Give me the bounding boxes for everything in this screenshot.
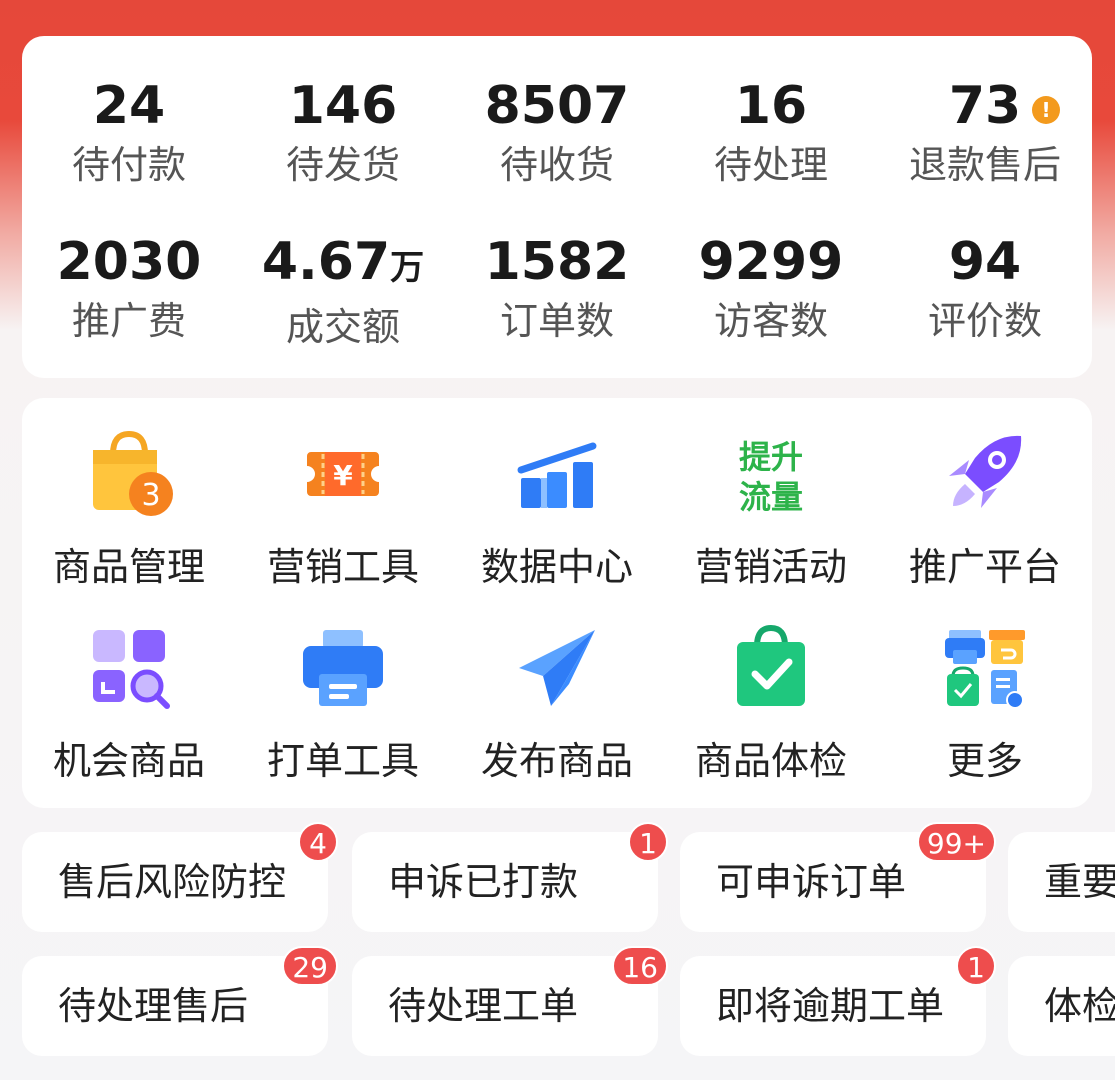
stat-gmv[interactable]: 4.67万 成交额 [236, 232, 450, 352]
stat-value: 24 [92, 76, 166, 136]
svg-text:流量: 流量 [739, 478, 803, 516]
stat-visitor-count[interactable]: 9299 访客数 [664, 232, 878, 346]
tool-opportunity-products[interactable]: 机会商品 [22, 618, 236, 786]
paper-plane-icon [507, 618, 607, 718]
tool-label: 发布商品 [480, 739, 633, 783]
chip-appeal-paid[interactable]: 申诉已打款 1 [352, 822, 668, 932]
stat-label: 待收货 [499, 143, 614, 187]
printer-icon [293, 618, 393, 718]
chip-label: 可申诉订单 [716, 860, 907, 904]
stat-label: 待处理 [713, 143, 828, 187]
count-badge: 16 [612, 946, 668, 986]
count-badge: 1 [956, 946, 996, 986]
chip-label: 待处理售后 [58, 984, 249, 1028]
tool-promotion-platform[interactable]: 推广平台 [878, 424, 1092, 592]
chip-label: 售后风险防控 [58, 860, 287, 904]
count-badge: 29 [282, 946, 338, 986]
stat-label: 评价数 [927, 299, 1042, 343]
stat-value: 8507 [484, 76, 630, 136]
chip-label: 体检 [1044, 984, 1115, 1028]
chip-clip-container: 重要 [1008, 822, 1115, 932]
stat-pending-payment[interactable]: 24 待付款 [22, 76, 236, 190]
stat-label: 推广费 [71, 299, 186, 343]
stat-label: 待发货 [285, 143, 400, 187]
shopping-bag-icon: 3 [79, 424, 179, 524]
chip-aftersale-risk-control[interactable]: 售后风险防控 4 [22, 822, 338, 932]
count-badge: 99+ [916, 822, 996, 862]
chip-checkup[interactable]: 体检 [1008, 956, 1115, 1056]
chip-label: 待处理工单 [388, 984, 579, 1028]
svg-text:3: 3 [141, 478, 160, 513]
boost-traffic-icon: 提升 流量 [721, 424, 821, 524]
stat-label: 订单数 [499, 299, 614, 343]
chip-label: 重要 [1044, 860, 1115, 904]
tool-label: 商品体检 [694, 739, 847, 783]
tool-product-checkup[interactable]: 商品体检 [664, 618, 878, 786]
stat-value: 4.67万 [236, 232, 450, 298]
stat-label: 访客数 [713, 299, 828, 343]
stat-value: 94 [948, 232, 1022, 292]
stat-review-count[interactable]: 94 评价数 [878, 232, 1092, 346]
tool-print-orders[interactable]: 打单工具 [236, 618, 450, 786]
chip-label: 即将逾期工单 [716, 984, 945, 1028]
stat-label: 退款售后 [908, 143, 1061, 187]
order-stats-card: 24 待付款 146 待发货 8507 待收货 16 待处理 73 退款售后 !… [22, 36, 1092, 378]
tool-label: 更多 [946, 739, 1023, 783]
chip-important[interactable]: 重要 [1008, 832, 1115, 932]
tool-label: 营销工具 [266, 545, 419, 589]
stat-order-count[interactable]: 1582 订单数 [450, 232, 664, 346]
bar-chart-icon [507, 424, 607, 524]
stat-value-unit: 万 [390, 248, 425, 288]
tool-marketing-tools[interactable]: ¥ 营销工具 [236, 424, 450, 592]
stat-value: 146 [288, 76, 398, 136]
tool-publish-product[interactable]: 发布商品 [450, 618, 664, 786]
stat-pending-handling[interactable]: 16 待处理 [664, 76, 878, 190]
coupon-icon: ¥ [293, 424, 393, 524]
grid-search-icon [79, 618, 179, 718]
stat-value: 16 [734, 76, 808, 136]
stat-value: 2030 [56, 232, 202, 292]
tool-label: 机会商品 [52, 739, 205, 783]
chip-label: 申诉已打款 [388, 860, 579, 904]
tool-more[interactable]: 更多 [878, 618, 1092, 786]
stat-value: 9299 [698, 232, 844, 292]
stat-value: 73 [948, 76, 1022, 136]
stat-promotion-fee[interactable]: 2030 推广费 [22, 232, 236, 346]
svg-text:¥: ¥ [333, 459, 353, 492]
chip-overdue-tickets[interactable]: 即将逾期工单 1 [680, 946, 996, 1056]
count-badge: 4 [298, 822, 338, 862]
tools-grid-card: 3 商品管理 ¥ 营销工具 数据中心 提升 流量 营销活动 推广平台 机会商品 … [22, 398, 1092, 808]
more-apps-icon [935, 618, 1035, 718]
alert-icon: ! [1032, 96, 1060, 124]
count-badge: 1 [628, 822, 668, 862]
tool-label: 营销活动 [694, 545, 847, 589]
svg-text:提升: 提升 [739, 438, 803, 476]
stat-label: 待付款 [71, 143, 186, 187]
stat-value-number: 4.67 [261, 232, 391, 292]
tool-label: 推广平台 [908, 545, 1061, 589]
tool-data-center[interactable]: 数据中心 [450, 424, 664, 592]
tool-label: 数据中心 [480, 545, 633, 589]
stat-value: 1582 [484, 232, 630, 292]
tool-marketing-campaign[interactable]: 提升 流量 营销活动 [664, 424, 878, 592]
stat-refund-aftersale[interactable]: 73 退款售后 ! [878, 76, 1092, 190]
stat-pending-shipment[interactable]: 146 待发货 [236, 76, 450, 190]
tool-label: 打单工具 [266, 739, 419, 783]
rocket-icon [935, 424, 1035, 524]
stat-label: 成交额 [285, 305, 400, 349]
chip-pending-tickets[interactable]: 待处理工单 16 [352, 946, 668, 1056]
tool-product-management[interactable]: 3 商品管理 [22, 424, 236, 592]
chip-appealable-orders[interactable]: 可申诉订单 99+ [680, 822, 996, 932]
tool-label: 商品管理 [52, 545, 205, 589]
stat-pending-receipt[interactable]: 8507 待收货 [450, 76, 664, 190]
bag-check-icon [721, 618, 821, 718]
chip-pending-aftersale[interactable]: 待处理售后 29 [22, 946, 338, 1056]
chip-clip-container: 体检 [1008, 946, 1115, 1056]
